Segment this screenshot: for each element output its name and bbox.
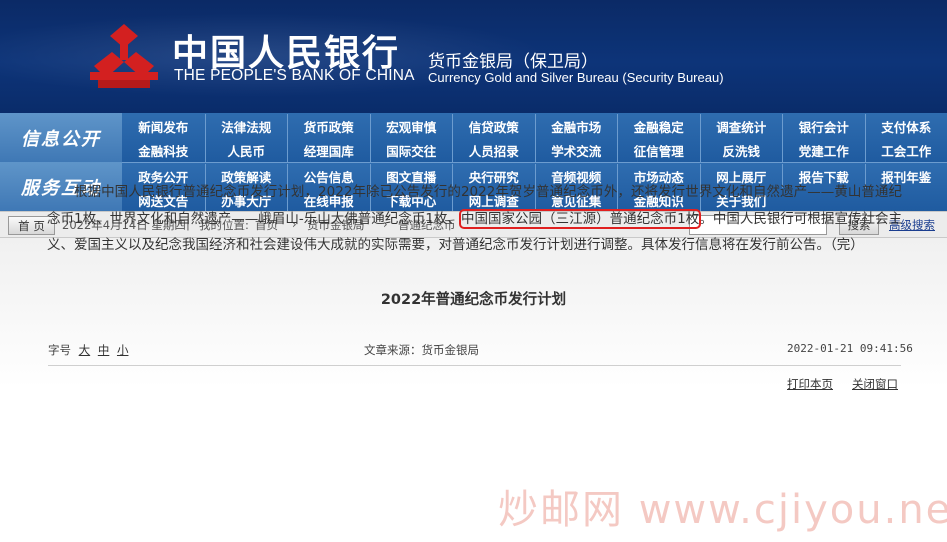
site-header: 中国人民银行 THE PEOPLE'S BANK OF CHINA 货币金银局（… — [0, 0, 947, 113]
nav-section-info-disclosure[interactable]: 信息公开 — [0, 113, 122, 162]
article-body: 根据中国人民银行普通纪念币发行计划，2022年除已公告发行的2022年贺岁普通纪… — [47, 179, 902, 259]
close-window-link[interactable]: 关闭窗口 — [852, 376, 898, 392]
nav-item[interactable]: 银行会计 — [782, 114, 865, 138]
nav-row-1: 新闻发布 法律法规 货币政策 宏观审慎 信贷政策 金融市场 金融稳定 调查统计 … — [122, 114, 947, 138]
nav-item[interactable]: 信贷政策 — [452, 114, 535, 138]
nav-item[interactable]: 人员招录 — [452, 138, 535, 162]
meta-divider — [48, 365, 901, 366]
font-size-label: 字号 — [48, 343, 71, 357]
article-paragraph: 根据中国人民银行普通纪念币发行计划，2022年除已公告发行的2022年贺岁普通纪… — [47, 179, 902, 259]
nav-item[interactable]: 国际交往 — [369, 138, 453, 162]
print-page-link[interactable]: 打印本页 — [787, 376, 833, 392]
article-source: 文章来源：货币金银局 — [364, 343, 479, 357]
nav-item[interactable]: 学术交流 — [534, 138, 618, 162]
nav-item[interactable]: 人民币 — [204, 138, 288, 162]
nav-item[interactable]: 支付体系 — [864, 114, 947, 138]
bureau-name-en: Currency Gold and Silver Bureau (Securit… — [428, 70, 724, 85]
nav-item[interactable]: 调查统计 — [699, 114, 783, 138]
font-size-large-link[interactable]: 大 — [79, 343, 91, 357]
article-title: 2022年普通纪念币发行计划 — [380, 292, 567, 308]
nav-group-info: 新闻发布 法律法规 货币政策 宏观审慎 信贷政策 金融市场 金融稳定 调查统计 … — [122, 113, 947, 162]
highlighted-coin-text: 中国国家公园（三江源）普通纪念币1枚 — [458, 208, 702, 229]
pboc-emblem-icon — [90, 24, 158, 88]
bank-name-en: THE PEOPLE'S BANK OF CHINA — [174, 67, 415, 84]
nav-item[interactable]: 新闻发布 — [122, 114, 205, 138]
bureau-name-cn: 货币金银局（保卫局） — [428, 52, 598, 72]
nav-item[interactable]: 党建工作 — [782, 138, 865, 162]
article-datetime: 2022-01-21 09:41:56 — [787, 342, 913, 355]
nav-item[interactable]: 经理国库 — [287, 138, 370, 162]
font-size-control: 字号 大 中 小 — [48, 342, 128, 358]
nav-item[interactable]: 金融科技 — [122, 138, 205, 162]
nav-item[interactable]: 宏观审慎 — [369, 114, 453, 138]
nav-item[interactable]: 反洗钱 — [699, 138, 783, 162]
nav-item[interactable]: 工会工作 — [864, 138, 947, 162]
watermark: 炒邮网 www.cjiyou.net — [498, 487, 947, 533]
nav-item[interactable]: 征信管理 — [617, 138, 700, 162]
nav-item[interactable]: 金融市场 — [534, 114, 618, 138]
nav-row-2: 金融科技 人民币 经理国库 国际交往 人员招录 学术交流 征信管理 反洗钱 党建… — [122, 138, 947, 162]
nav-item[interactable]: 法律法规 — [204, 114, 288, 138]
font-size-small-link[interactable]: 小 — [117, 343, 129, 357]
font-size-medium-link[interactable]: 中 — [98, 343, 110, 357]
nav-item[interactable]: 金融稳定 — [617, 114, 700, 138]
article-meta: 字号 大 中 小 文章来源：货币金银局 2022-01-21 09:41:56 — [0, 342, 947, 360]
nav-item[interactable]: 货币政策 — [287, 114, 370, 138]
